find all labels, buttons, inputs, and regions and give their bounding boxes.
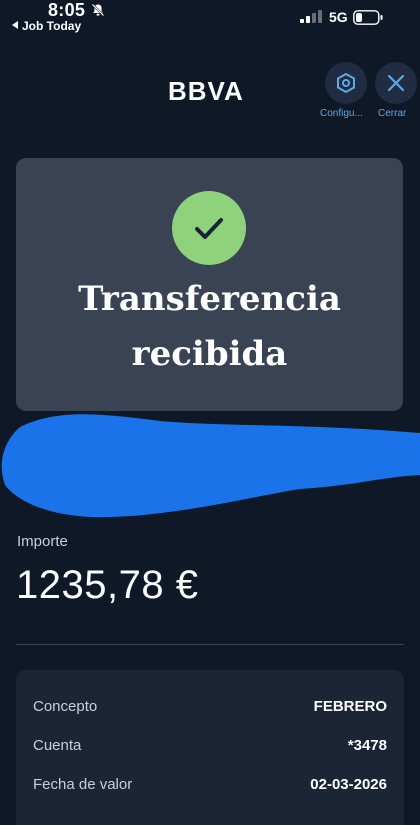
detail-row-cuenta: Cuenta *3478 (33, 737, 387, 754)
detail-row-fecha: Fecha de valor 02-03-2026 (33, 776, 387, 793)
settings-hexagon-icon (337, 72, 355, 94)
detail-value: *3478 (347, 737, 387, 754)
amount-label: Importe (17, 533, 68, 550)
detail-label: Cuenta (33, 737, 82, 754)
detail-label: Fecha de valor (33, 776, 133, 793)
network-type: 5G (329, 9, 348, 25)
battery-icon (353, 10, 383, 25)
back-to-app-link[interactable]: Job Today (12, 19, 81, 33)
back-arrow-icon (12, 21, 18, 29)
title-line-2: recibida (131, 334, 288, 374)
redaction-scribble (1, 414, 420, 518)
title-line-1: Transferencia (78, 279, 341, 319)
confirmation-title: Transferencia recibida (16, 272, 403, 382)
divider (16, 644, 404, 645)
amount-value: 1235,78 € (16, 563, 199, 607)
signal-icon (300, 10, 322, 23)
detail-label: Concepto (33, 698, 98, 715)
settings-button[interactable] (325, 62, 367, 104)
status-time: 8:05 (48, 0, 86, 20)
bell-muted-icon (91, 3, 105, 17)
checkmark-icon (172, 191, 246, 265)
settings-label[interactable]: Configu... (320, 108, 363, 119)
detail-value: FEBRERO (313, 698, 387, 715)
details-panel: Concepto FEBRERO Cuenta *3478 Fecha de v… (16, 670, 404, 825)
bbva-logo: BBVA (168, 76, 244, 106)
close-button[interactable] (375, 62, 417, 104)
detail-row-concepto: Concepto FEBRERO (33, 698, 387, 715)
close-label[interactable]: Cerrar (378, 108, 406, 119)
back-app-label: Job Today (22, 19, 82, 33)
detail-value: 02-03-2026 (310, 776, 387, 793)
close-icon (387, 74, 405, 92)
